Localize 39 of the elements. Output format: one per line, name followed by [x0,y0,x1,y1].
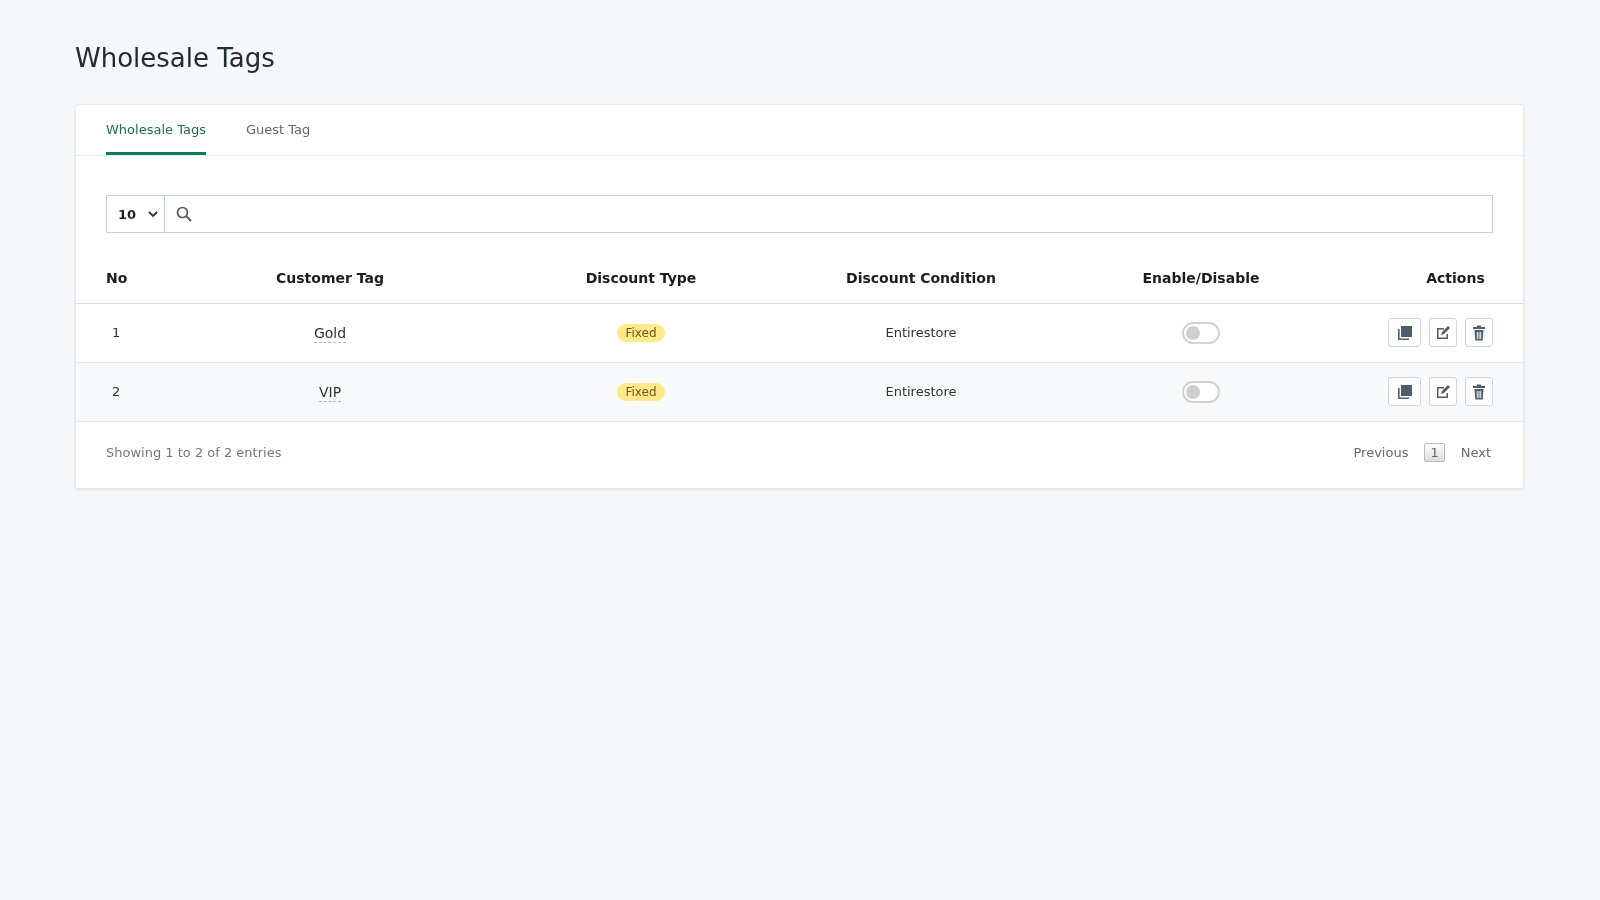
discount-type-badge: Fixed [617,382,665,401]
customer-tag-link[interactable]: VIP [318,383,342,402]
column-header: Customer Tag [206,254,454,303]
column-header: Discount Type [454,254,828,303]
table-cell: 1 [112,325,121,340]
edit-button[interactable] [1429,318,1458,347]
delete-button[interactable] [1465,377,1493,406]
column-header: No [76,254,206,303]
copy-button[interactable] [1388,377,1422,406]
copy-button[interactable] [1388,318,1422,347]
table-cell: Entirestore [885,325,957,340]
entries-info: Showing 1 to 2 of 2 entries [106,444,282,460]
table-cell: 2 [112,384,121,399]
column-header: Discount Condition [828,254,1014,303]
copy-icon [1396,383,1413,400]
page-title: Wholesale Tags [75,42,276,75]
page-length-select[interactable]: 10 [107,196,165,232]
discount-type-badge: Fixed [617,323,665,342]
column-header: Enable/Disable [1014,254,1388,303]
edit-button[interactable] [1429,377,1458,406]
toggle-switch[interactable] [1182,380,1220,403]
column-header: Actions [1388,254,1523,303]
edit-icon [1435,324,1452,341]
edit-icon [1435,383,1452,400]
tab[interactable]: Guest Tag [245,105,311,155]
trash-icon [1472,383,1487,400]
copy-icon [1396,324,1413,341]
toggle-switch[interactable] [1182,321,1220,344]
chevron-down-icon [148,210,159,218]
customer-tag-link[interactable]: Gold [313,324,347,343]
tab[interactable]: Wholesale Tags [106,105,206,155]
next-link[interactable]: Next [1460,444,1491,460]
search-field[interactable]: 10 [106,195,1493,233]
delete-button[interactable] [1465,318,1493,347]
trash-icon [1472,324,1487,341]
previous-link[interactable]: Previous [1353,444,1409,460]
page-number-button[interactable]: 1 [1424,442,1445,462]
search-icon [176,206,192,222]
table-cell: Entirestore [885,384,957,399]
